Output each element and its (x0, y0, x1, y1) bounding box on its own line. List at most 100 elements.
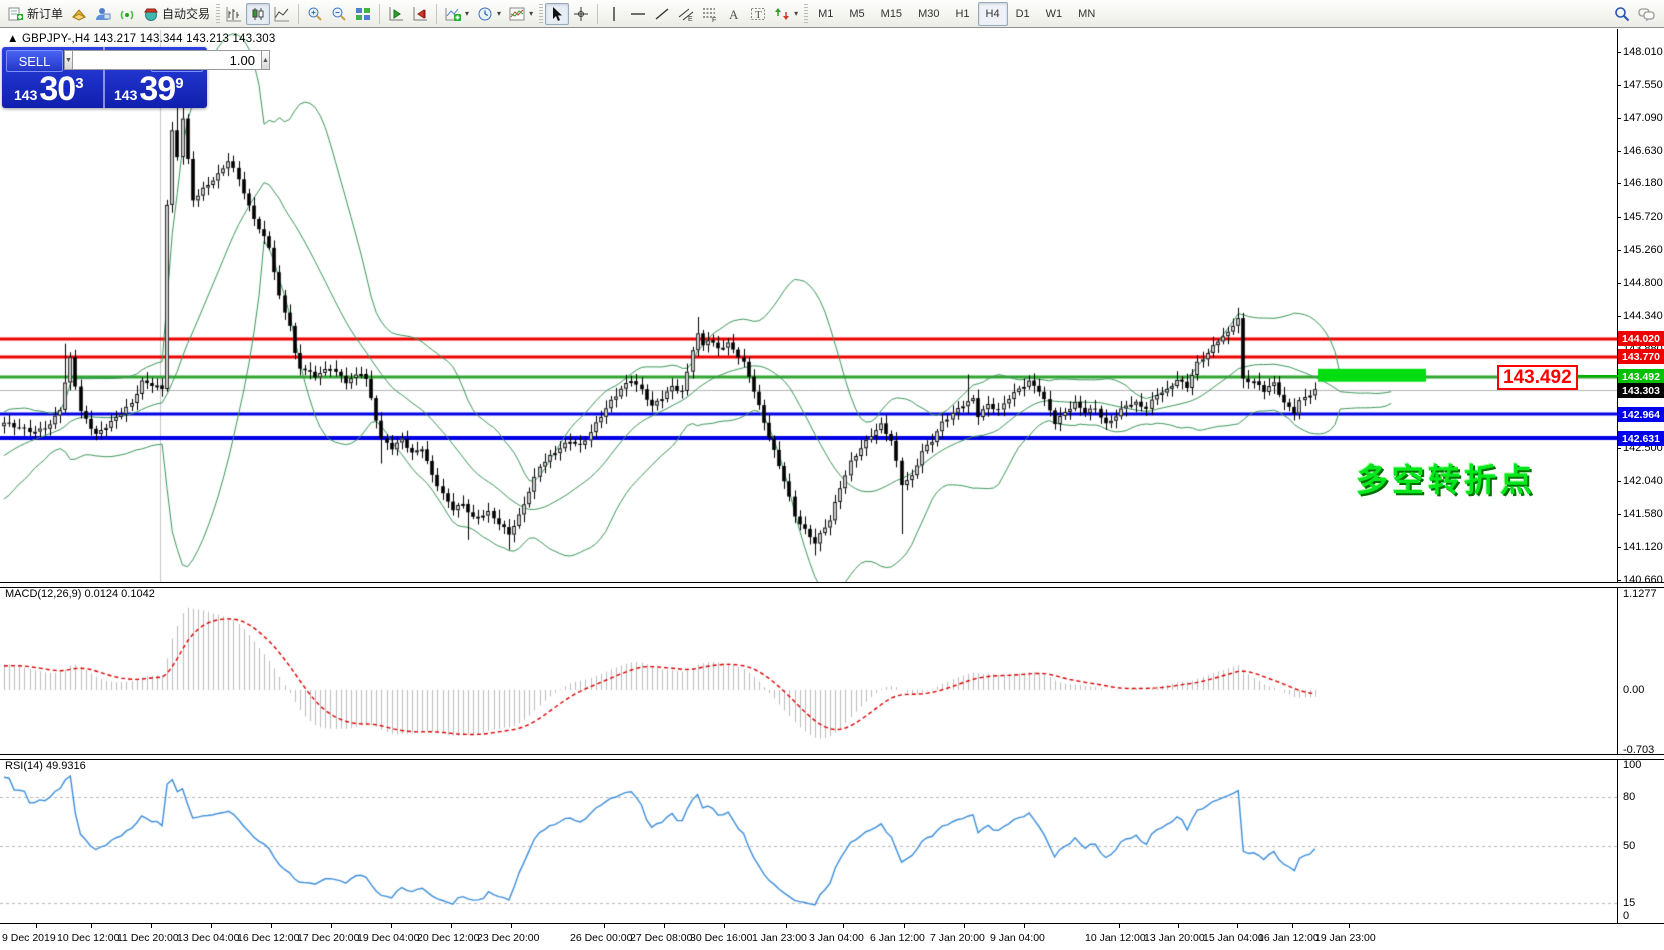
arrows-dropdown-button[interactable]: ▾ (770, 3, 802, 25)
toolbar-separator (597, 4, 598, 24)
time-tick-mark (331, 924, 332, 928)
price-tick-label: 142.040 (1623, 475, 1663, 487)
horizontal-line-tool-button[interactable] (626, 3, 650, 25)
timeframe-button-mn[interactable]: MN (1070, 2, 1103, 26)
buy-price-quote[interactable]: 143 39 9 (114, 72, 184, 106)
timeframe-button-w1[interactable]: W1 (1038, 2, 1071, 26)
macd-axis-label: 1.1277 (1623, 588, 1657, 600)
indicators-dropdown-button[interactable]: ▾ (441, 3, 473, 25)
search-button[interactable] (1610, 3, 1634, 25)
text-tool-button[interactable]: A (722, 3, 746, 25)
candlestick-chart-button[interactable] (246, 3, 270, 25)
timeframe-button-h4[interactable]: H4 (978, 2, 1008, 26)
timeframe-button-m15[interactable]: M15 (873, 2, 910, 26)
price-badge-142.631: 142.631 (1618, 431, 1664, 446)
time-axis-label: 30 Dec 16:00 (690, 932, 752, 944)
new-order-button[interactable]: 新订单 (4, 3, 67, 25)
price-tick-label: 141.580 (1623, 508, 1663, 520)
auto-scroll-button[interactable] (384, 3, 408, 25)
volume-decrease-button[interactable]: ▼ (64, 50, 73, 70)
history-center-button[interactable] (67, 3, 91, 25)
price-tick-mark (1617, 118, 1621, 119)
auto-scroll-icon (388, 6, 404, 22)
vertical-line-icon (606, 6, 622, 22)
macd-pane-canvas[interactable] (0, 586, 1617, 754)
volume-input[interactable] (73, 50, 261, 70)
crosshair-icon (573, 6, 589, 22)
tile-windows-button[interactable] (351, 3, 375, 25)
price-tick-label: 145.260 (1623, 244, 1663, 256)
timeframe-button-d1[interactable]: D1 (1008, 2, 1038, 26)
periods-dropdown-button[interactable]: ▾ (473, 3, 505, 25)
chat-button[interactable] (1634, 3, 1660, 25)
dropdown-arrow-icon: ▾ (497, 9, 501, 18)
rsi-indicator-label: RSI(14) 49.9316 (5, 760, 86, 772)
chat-icon (1638, 6, 1656, 22)
channel-tool-button[interactable]: E (674, 3, 698, 25)
zoom-out-icon (331, 6, 347, 22)
sell-price-pip: 3 (75, 75, 83, 92)
new-order-label: 新订单 (27, 5, 63, 22)
toolbar-separator (379, 4, 380, 24)
sell-price-quote[interactable]: 143 30 3 (14, 72, 84, 106)
trendline-icon (654, 6, 670, 22)
time-axis-label: 9 Dec 2019 (2, 932, 56, 944)
price-tick-label: 145.720 (1623, 211, 1663, 223)
time-axis-label: 7 Jan 20:00 (930, 932, 985, 944)
zoom-in-button[interactable] (303, 3, 327, 25)
price-tick-mark (1617, 448, 1621, 449)
autotrade-label: 自动交易 (162, 5, 210, 22)
chart-shift-button[interactable] (408, 3, 432, 25)
sell-button[interactable]: SELL (6, 50, 63, 72)
community-button[interactable] (91, 3, 115, 25)
vertical-line-tool-button[interactable] (602, 3, 626, 25)
time-tick-mark (1119, 924, 1120, 928)
bar-chart-button[interactable] (222, 3, 246, 25)
time-tick-mark (964, 924, 965, 928)
toolbar-grip (539, 4, 543, 24)
line-chart-button[interactable] (270, 3, 294, 25)
autotrade-button[interactable]: 自动交易 (139, 3, 214, 25)
time-tick-mark (1237, 924, 1238, 928)
price-tick-label: 146.180 (1623, 177, 1663, 189)
macd-indicator-label: MACD(12,26,9) 0.0124 0.1042 (5, 588, 155, 600)
toolbar-grip (216, 4, 220, 24)
rsi-axis-label: 0 (1623, 910, 1629, 922)
svg-text:E: E (688, 16, 693, 22)
time-tick-mark (211, 924, 212, 928)
bar-chart-icon (226, 6, 242, 22)
time-axis[interactable]: 9 Dec 201910 Dec 12:0011 Dec 20:0013 Dec… (0, 923, 1664, 950)
fibonacci-tool-button[interactable]: F (698, 3, 722, 25)
signals-button[interactable] (115, 3, 139, 25)
timeframe-button-m5[interactable]: M5 (841, 2, 872, 26)
chinese-annotation-text[interactable]: 多空转折点 (1356, 455, 1536, 501)
time-tick-mark (843, 924, 844, 928)
trendline-tool-button[interactable] (650, 3, 674, 25)
tile-windows-icon (355, 6, 371, 22)
text-label-tool-button[interactable]: T (746, 3, 770, 25)
timeframe-button-h1[interactable]: H1 (947, 2, 977, 26)
price-tick-mark (1617, 316, 1621, 317)
price-tick-label: 147.550 (1623, 79, 1663, 91)
pane-divider[interactable] (0, 754, 1664, 760)
svg-text:F: F (712, 17, 716, 22)
templates-dropdown-button[interactable]: ▾ (505, 3, 537, 25)
price-tick-label: 148.010 (1623, 46, 1663, 58)
price-tick-mark (1617, 85, 1621, 86)
time-axis-label: 1 Jan 23:00 (752, 932, 807, 944)
time-tick-mark (664, 924, 665, 928)
chart-shift-icon (412, 6, 428, 22)
one-click-trading-panel: SELL ▼ ▲ BUY 143 30 3 143 39 9 (2, 47, 207, 108)
time-tick-mark (511, 924, 512, 928)
timeframe-button-m1[interactable]: M1 (810, 2, 841, 26)
volume-increase-button[interactable]: ▲ (261, 50, 270, 70)
crosshair-tool-button[interactable] (569, 3, 593, 25)
cursor-tool-button[interactable] (545, 3, 569, 25)
equidistant-channel-icon: E (678, 6, 694, 22)
rsi-pane-canvas[interactable] (0, 758, 1617, 923)
price-tick-mark (1617, 547, 1621, 548)
zoom-out-button[interactable] (327, 3, 351, 25)
timeframe-button-m30[interactable]: M30 (910, 2, 947, 26)
price-callout-label[interactable]: 143.492 (1497, 365, 1578, 390)
pane-divider[interactable] (0, 582, 1664, 588)
